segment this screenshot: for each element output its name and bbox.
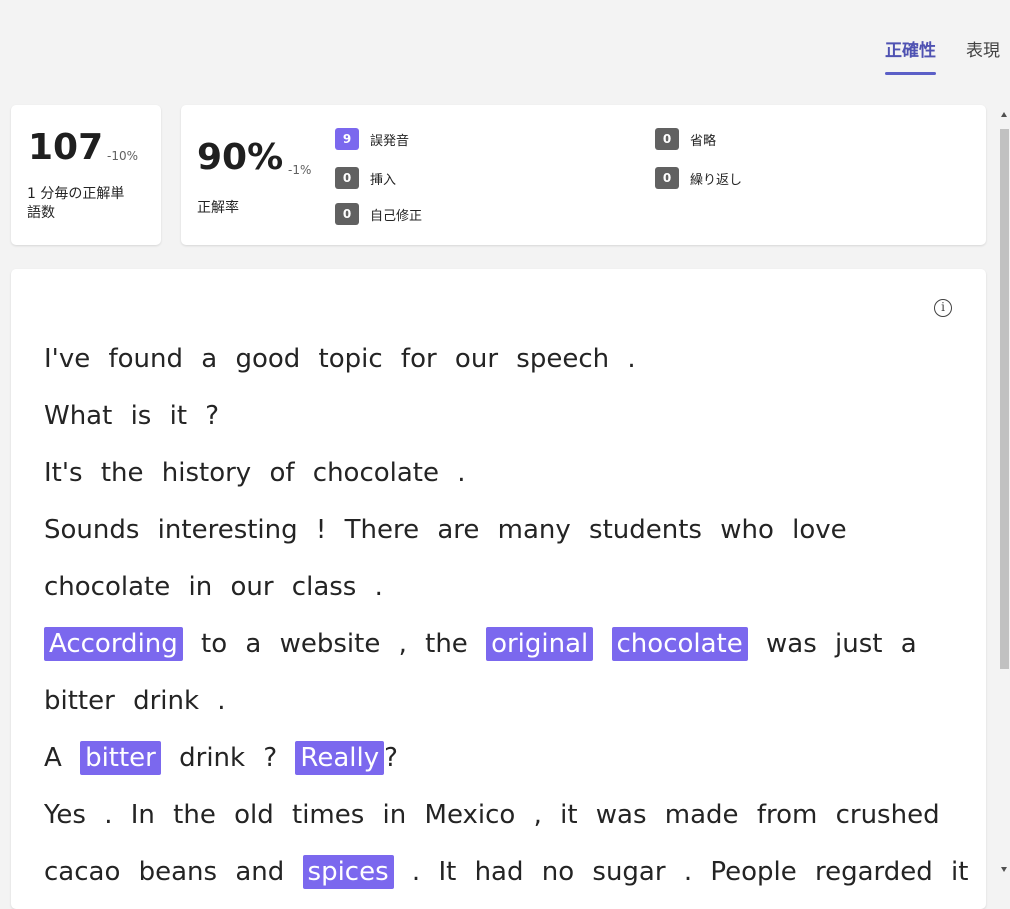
passage-line: cacao beans and spices . It had no sugar… bbox=[44, 844, 968, 901]
wpm-value: 107 bbox=[28, 127, 104, 168]
passage-text: Sounds interesting ! There are many stud… bbox=[44, 515, 847, 545]
error-label: 省略 bbox=[690, 133, 717, 149]
tab-accuracy[interactable]: 正確性 bbox=[885, 36, 936, 75]
passage-text bbox=[593, 629, 611, 659]
passage-text: cacao beans and bbox=[44, 857, 303, 887]
error-self-correction: 0 自己修正 bbox=[335, 203, 422, 225]
passage-line: It's the history of chocolate . bbox=[44, 445, 964, 502]
info-icon[interactable]: i bbox=[934, 299, 952, 317]
scroll-up-arrow-icon[interactable] bbox=[1001, 112, 1007, 117]
error-label: 繰り返し bbox=[690, 172, 743, 188]
accuracy-card: 90% -1% 正解率 9 誤発音 0 挿入 0 自己修正 0 省略 0 繰り返… bbox=[181, 105, 986, 245]
passage-text: bitter drink . bbox=[44, 686, 226, 716]
passage-text: was just a bbox=[747, 629, 917, 659]
count-badge: 0 bbox=[335, 203, 359, 225]
wpm-label-line1: 1 分毎の正解単 bbox=[27, 186, 125, 202]
passage-text: A bbox=[44, 743, 81, 773]
passage-text: chocolate in our class . bbox=[44, 572, 383, 602]
vertical-scrollbar[interactable] bbox=[998, 105, 1010, 880]
passage-card: i I've found a good topic for our speech… bbox=[11, 269, 986, 909]
tab-bar: 正確性 表現 bbox=[855, 36, 1000, 75]
tab-expression[interactable]: 表現 bbox=[966, 36, 1000, 75]
wpm-delta: -10% bbox=[107, 149, 139, 163]
error-omission: 0 省略 bbox=[655, 128, 716, 150]
count-badge: 9 bbox=[335, 128, 359, 150]
error-insertion: 0 挿入 bbox=[335, 167, 396, 189]
scrollbar-thumb[interactable] bbox=[1000, 129, 1009, 669]
mispronounced-word[interactable]: Really bbox=[295, 741, 385, 775]
scroll-down-arrow-icon[interactable] bbox=[1001, 867, 1007, 872]
passage-line: A bitter drink ? Really? bbox=[44, 730, 964, 787]
wpm-label: 1 分毎の正解単 語数 bbox=[27, 185, 124, 223]
mispronounced-word[interactable]: According bbox=[44, 627, 183, 661]
passage-text: What is it ? bbox=[44, 401, 220, 431]
passage-text: It's the history of chocolate . bbox=[44, 458, 466, 488]
wpm-card: 107 -10% 1 分毎の正解単 語数 bbox=[11, 105, 161, 245]
reading-passage: I've found a good topic for our speech .… bbox=[44, 331, 968, 901]
passage-line: Yes . In the old times in Mexico , it wa… bbox=[44, 787, 964, 844]
accuracy-delta: -1% bbox=[288, 163, 312, 177]
passage-text: I've found a good topic for our speech . bbox=[44, 344, 636, 374]
count-badge: 0 bbox=[655, 167, 679, 189]
count-badge: 0 bbox=[335, 167, 359, 189]
passage-text: Yes . In the old times in Mexico , it wa… bbox=[44, 800, 940, 830]
mispronounced-word[interactable]: chocolate bbox=[611, 627, 748, 661]
passage-text: ? bbox=[384, 743, 398, 773]
passage-line: Sounds interesting ! There are many stud… bbox=[44, 502, 964, 559]
mispronounced-word[interactable]: spices bbox=[302, 855, 394, 889]
passage-line: chocolate in our class . bbox=[44, 559, 964, 616]
passage-line: According to a website , the original ch… bbox=[44, 616, 964, 673]
error-mispronunciation: 9 誤発音 bbox=[335, 128, 409, 150]
accuracy-value: 90% bbox=[197, 137, 284, 178]
error-label: 自己修正 bbox=[370, 208, 423, 224]
error-label: 挿入 bbox=[370, 172, 397, 188]
error-repetition: 0 繰り返し bbox=[655, 167, 742, 189]
mispronounced-word[interactable]: original bbox=[486, 627, 594, 661]
error-label: 誤発音 bbox=[370, 133, 410, 149]
passage-text: to a website , the bbox=[182, 629, 487, 659]
accuracy-label: 正解率 bbox=[197, 200, 239, 216]
passage-text: . It had no sugar . People regarded it bbox=[393, 857, 969, 887]
passage-text: drink ? bbox=[160, 743, 296, 773]
passage-line: What is it ? bbox=[44, 388, 964, 445]
passage-line: bitter drink . bbox=[44, 673, 964, 730]
mispronounced-word[interactable]: bitter bbox=[80, 741, 161, 775]
wpm-label-line2: 語数 bbox=[27, 205, 55, 221]
count-badge: 0 bbox=[655, 128, 679, 150]
passage-line: I've found a good topic for our speech . bbox=[44, 331, 964, 388]
